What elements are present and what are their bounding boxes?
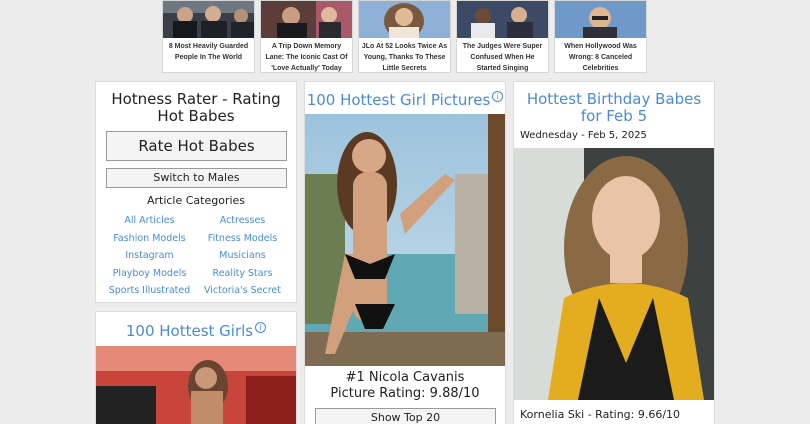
hottest-girl-pictures-panel: 100 Hottest Girl Pictures i #1 Nicola Cav… (304, 81, 506, 424)
ad-card[interactable]: 8 Most Heavily Guarded People In The Wor… (162, 0, 255, 73)
ad-image (163, 1, 254, 38)
rate-hot-babes-button[interactable]: Rate Hot Babes (106, 131, 287, 161)
birthday-title-link[interactable]: Hottest Birthday Babes for Feb 5 (518, 91, 710, 125)
article-categories: All Articles Actresses Fashion Models Fi… (103, 212, 289, 300)
ad-image (457, 1, 548, 38)
category-link-musicians[interactable]: Musicians (196, 247, 289, 265)
hottest-girls-photo[interactable] (96, 346, 296, 424)
ad-card[interactable]: The Judges Were Super Confused When He S… (456, 0, 549, 73)
girl-pictures-title-link[interactable]: 100 Hottest Girl Pictures (307, 91, 491, 109)
category-link-all-articles[interactable]: All Articles (103, 212, 196, 230)
ad-image (261, 1, 352, 38)
ad-image (555, 1, 646, 38)
ad-caption[interactable]: When Hollywood Was Wrong: 8 Canceled Cel… (557, 41, 644, 74)
panel-title: Hotness Rater - Rating Hot Babes (111, 90, 281, 125)
category-link-playboy-models[interactable]: Playboy Models (103, 265, 196, 283)
top-picture-photo[interactable] (305, 114, 505, 366)
category-link-actresses[interactable]: Actresses (196, 212, 289, 230)
top-picture-name[interactable]: #1 Nicola Cavanis (305, 370, 505, 386)
panel-title-row: 100 Hottest Girl Pictures i (305, 91, 505, 109)
categories-heading: Article Categories (146, 194, 246, 207)
hotness-rater-panel: Hotness Rater - Rating Hot Babes Rate Ho… (95, 81, 297, 303)
ad-caption[interactable]: The Judges Were Super Confused When He S… (459, 41, 546, 74)
show-top-20-button[interactable]: Show Top 20 (315, 408, 496, 424)
ad-card[interactable]: A Trip Down Memory Lane: The Iconic Cast… (260, 0, 353, 73)
birthday-person-photo[interactable] (514, 148, 714, 400)
panel-title-row: 100 Hottest Girls i (96, 322, 296, 340)
category-link-sports-illustrated[interactable]: Sports Illustrated (103, 282, 196, 300)
ad-card[interactable]: When Hollywood Was Wrong: 8 Canceled Cel… (554, 0, 647, 73)
hottest-girls-panel: 100 Hottest Girls i (95, 311, 297, 424)
birthday-babes-panel: Hottest Birthday Babes for Feb 5 Wednesd… (513, 81, 715, 424)
top-picture-rating: Picture Rating: 9.88/10 (330, 386, 480, 401)
birthday-person-rating[interactable]: Kornelia Ski - Rating: 9.66/10 (520, 408, 680, 421)
ad-caption[interactable]: 8 Most Heavily Guarded People In The Wor… (165, 41, 252, 63)
ad-image (359, 1, 450, 38)
ad-card[interactable]: JLo At 52 Looks Twice As Young, Thanks T… (358, 0, 451, 73)
category-link-instagram[interactable]: Instagram (103, 247, 196, 265)
category-link-fashion-models[interactable]: Fashion Models (103, 230, 196, 248)
hottest-girls-title-link[interactable]: 100 Hottest Girls (126, 322, 253, 340)
sponsored-ad-strip: 8 Most Heavily Guarded People In The Wor… (162, 0, 650, 73)
birthday-date: Wednesday - Feb 5, 2025 (520, 130, 647, 141)
category-link-fitness-models[interactable]: Fitness Models (196, 230, 289, 248)
ad-caption[interactable]: A Trip Down Memory Lane: The Iconic Cast… (263, 41, 350, 74)
category-link-victorias-secret[interactable]: Victoria's Secret (196, 282, 289, 300)
switch-to-males-button[interactable]: Switch to Males (106, 168, 287, 188)
info-icon[interactable]: i (255, 322, 267, 333)
info-icon[interactable]: i (492, 91, 504, 102)
ad-caption[interactable]: JLo At 52 Looks Twice As Young, Thanks T… (361, 41, 448, 74)
category-link-reality-stars[interactable]: Reality Stars (196, 265, 289, 283)
